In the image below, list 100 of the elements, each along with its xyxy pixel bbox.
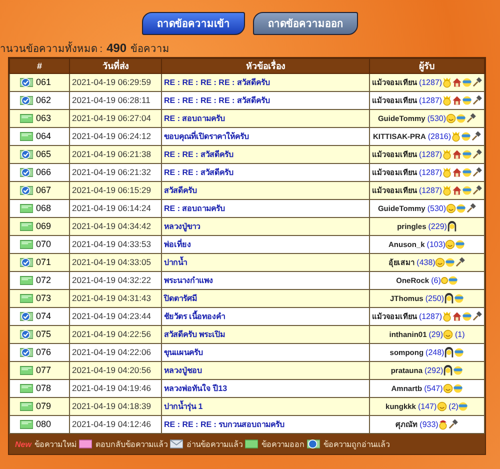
date-cell: 2021-04-19 04:22:56: [70, 326, 162, 344]
house-icon: [452, 77, 462, 88]
smiley-icon: [442, 329, 453, 340]
subject-link[interactable]: ขุนแผนครับ: [164, 348, 203, 357]
envelope-icon: [20, 275, 33, 286]
count-unit: ข้อความ: [130, 42, 170, 56]
hooded-face-icon: [443, 365, 454, 376]
tab[interactable]: ถาดข้อความออก: [253, 12, 358, 35]
message-number: 073: [36, 292, 52, 305]
goggles-face-icon: [453, 365, 464, 376]
hammer-icon: [448, 419, 458, 430]
goggles-face-icon: [462, 185, 472, 196]
subject-link[interactable]: RE : RE : สวัสดีครับ: [164, 150, 234, 159]
goggles-face-icon: [445, 257, 456, 268]
house-icon: [452, 311, 462, 322]
hammer-icon: [472, 95, 482, 106]
post-count: (933): [420, 420, 438, 429]
date-cell: 2021-04-19 06:21:38: [70, 146, 162, 164]
hammer-icon: [466, 113, 476, 124]
hammer-icon: [472, 149, 482, 160]
subject-link[interactable]: หลวงปู่ขาว: [164, 222, 200, 231]
date-cell: 2021-04-19 04:20:56: [70, 362, 162, 380]
goggles-face-icon: [454, 293, 464, 304]
legend-label: ตอบกลับข้อความแล้ว: [95, 438, 168, 450]
subject-link[interactable]: หลวงปู่ชอบ: [164, 366, 202, 375]
house-icon: [452, 149, 462, 160]
subject-link[interactable]: พระนางกำแพง: [164, 276, 213, 285]
date-cell: 2021-04-19 04:18:39: [70, 398, 162, 416]
subject-link[interactable]: ปากน้ำรุ่น 1: [164, 402, 203, 411]
column-header: หัวข้อเรื่อง: [162, 58, 370, 74]
post-count: (6): [431, 276, 441, 285]
open-envelope-icon: [170, 439, 184, 449]
smiley-icon: [442, 383, 453, 394]
legend-label: ข้อความใหม่: [34, 438, 76, 450]
read-envelope-icon: [20, 77, 33, 88]
post-count: (248): [426, 348, 444, 357]
message-number: 075: [36, 328, 52, 341]
message-number: 076: [36, 346, 52, 359]
read-envelope-icon: [20, 185, 33, 196]
new-tag: New: [15, 440, 32, 448]
date-cell: 2021-04-19 04:19:46: [70, 380, 162, 398]
hammer-icon: [472, 167, 482, 178]
message-number: 061: [36, 76, 52, 89]
goggles-face-icon: [462, 149, 472, 160]
date-cell: 2021-04-19 06:21:32: [70, 164, 162, 182]
goggles-face-icon: [462, 95, 472, 106]
subject-link[interactable]: RE : สอบถามครับ: [164, 204, 226, 213]
subject-link[interactable]: ปิดตารัศมี: [164, 294, 197, 303]
date-cell: 2021-04-19 06:24:12: [70, 128, 162, 146]
message-number: 069: [36, 220, 52, 233]
crowned-smiley-icon: [442, 167, 452, 178]
subject-link[interactable]: หลวงพ่อทันใจ ปี13: [164, 384, 228, 393]
reply-envelope-icon: [79, 439, 92, 449]
subject-link[interactable]: RE : RE : สวัสดีครับ: [164, 168, 234, 177]
subject-link[interactable]: พ่อเที่ยง: [164, 240, 191, 249]
goggles-face-icon: [462, 167, 472, 178]
message-count: 490: [106, 41, 127, 55]
date-cell: 2021-04-19 04:33:53: [70, 236, 162, 254]
envelope-icon: [20, 365, 33, 376]
smiley-icon: [446, 113, 456, 124]
message-number: 077: [36, 364, 52, 377]
subject-link[interactable]: ชัยวัตร เนื้อทองคำ: [164, 312, 226, 321]
crowned-smiley-icon: [442, 311, 452, 322]
column-header: #: [10, 58, 70, 74]
hammer-icon: [455, 257, 466, 268]
subject-link[interactable]: สวัสดีครับ พระเปิม: [164, 330, 226, 339]
legend-label: อ่านข้อความแล้ว: [186, 438, 242, 450]
house-icon: [452, 185, 462, 196]
hooded-face-icon: [446, 221, 457, 232]
tab[interactable]: ถาดข้อความเข้า: [142, 12, 245, 35]
message-number: 072: [36, 274, 52, 287]
smiley-icon: [446, 203, 456, 214]
subject-link[interactable]: สวัสดีครับ: [164, 186, 197, 195]
envelope-icon: [20, 401, 33, 412]
column-header: วันที่ส่ง: [70, 58, 162, 74]
goggles-face-icon: [452, 383, 463, 394]
message-number: 068: [36, 202, 52, 215]
hooded-face-icon: [444, 347, 454, 358]
post-count: (250): [425, 294, 444, 303]
date-cell: 2021-04-19 06:15:29: [70, 182, 162, 200]
hammer-icon: [472, 311, 482, 322]
post-count: (292): [424, 366, 444, 375]
crowned-smiley-icon: [442, 77, 452, 88]
goggles-face-icon: [458, 401, 468, 412]
envelope-icon: [20, 131, 33, 142]
date-cell: 2021-04-19 06:14:24: [70, 200, 162, 218]
message-number: 079: [36, 400, 52, 413]
post-count: (29): [428, 330, 443, 339]
hammer-icon: [471, 131, 482, 142]
message-number: 071: [36, 256, 52, 269]
post-count: (547): [424, 384, 443, 393]
subject-link[interactable]: RE : สอบถามครับ: [164, 114, 226, 123]
message-number: 065: [36, 148, 52, 161]
date-cell: 2021-04-19 06:29:59: [70, 74, 162, 92]
smiley-icon: [445, 239, 456, 250]
post-count: (1287): [418, 96, 442, 105]
message-number: 063: [36, 112, 52, 125]
hammer-icon: [466, 203, 476, 214]
subject-link[interactable]: ปากน้ำ: [164, 258, 187, 267]
read-envelope-icon: [307, 439, 320, 449]
